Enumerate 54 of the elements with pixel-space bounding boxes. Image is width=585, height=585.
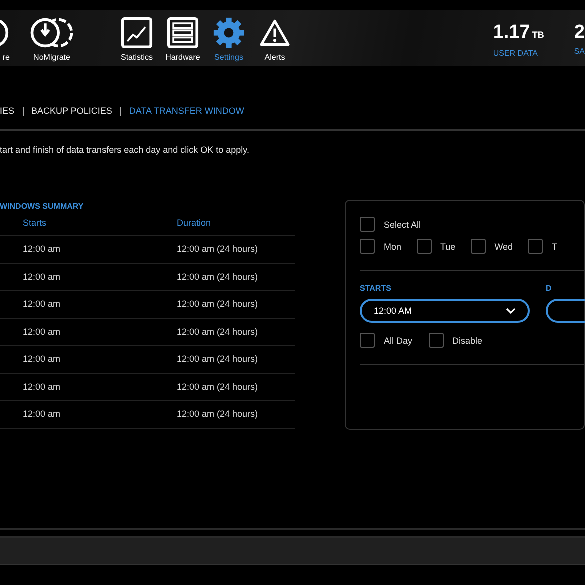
table-cell: 12:00 am (24 hours) [177,326,258,337]
table-cell-text: 12:00 am [23,244,62,254]
clock-circles-icon [29,17,75,49]
table-cell-text: 12:00 am [23,299,62,310]
checkbox-label: Disable [452,336,483,346]
table-cell: 12:00 am (24 hours) [177,382,258,392]
stat-value: 2 [574,22,585,44]
table-cell-text: 12:00 am [23,354,62,364]
server-icon [167,17,199,49]
table-cell-text: 12:00 am [23,272,62,282]
checkbox[interactable] [360,333,375,348]
nav-item[interactable]: Alerts [252,17,298,62]
field-label: STARTS [360,284,392,293]
column-header: Starts [23,218,48,228]
checkbox[interactable] [470,239,486,254]
settings-icon [213,17,245,49]
table-cell-text: 12:00 am [23,326,62,337]
stat-label: USER DATA [493,49,538,58]
instruction-text: tart and finish of data transfers each day and click OK to apply. [0,145,250,155]
table-cell: 12:00 am (24 hours) [177,272,258,282]
checkbox-label: Tue [440,242,456,252]
checkbox[interactable] [528,239,544,254]
table-cell-text: 12:00 am [23,409,62,420]
nav-item[interactable]: Settings [206,17,252,62]
nav-item[interactable]: Hardware [160,17,206,62]
breadcrumb-link[interactable]: BACKUP POLICIES [32,106,112,116]
checkbox[interactable] [416,239,432,254]
checkbox-label: Select All [384,220,422,230]
table-cell: 12:00 am (24 hours) [177,354,258,364]
summary-title: WINDOWS SUMMARY [0,202,85,211]
time-select[interactable]: 12:00 AM [360,299,530,323]
table-cell-text: 12:00 am [23,382,62,392]
nav-item[interactable]: re [0,17,10,62]
table-cell: 12:00 am (24 hours) [177,299,258,310]
column-header: Duration [177,218,212,228]
checkbox[interactable] [360,239,375,254]
stat-value: 1.17 TB [493,22,544,45]
nav-item[interactable]: NoMigrate [24,17,80,62]
field-label: D [546,284,553,293]
chevron-down-icon [506,308,516,314]
nav-item[interactable]: Statistics [114,17,160,62]
breadcrumb-link[interactable]: DATA TRANSFER WINDOW [129,106,244,116]
checkbox[interactable] [428,333,444,348]
checkbox-label: All Day [384,336,413,346]
checkbox-label: Wed [494,242,514,252]
table-cell: 12:00 am (24 hours) [177,244,258,254]
table-cell: 12:00 am (24 hours) [177,409,258,420]
checkbox-label: T [552,242,558,252]
checkbox[interactable] [360,217,375,232]
line-chart-icon [121,17,153,49]
stat-label: SA [574,47,585,56]
breadcrumb-link[interactable]: IES [0,106,15,116]
checkbox-label: Mon [384,242,402,252]
warning-icon [259,17,291,49]
